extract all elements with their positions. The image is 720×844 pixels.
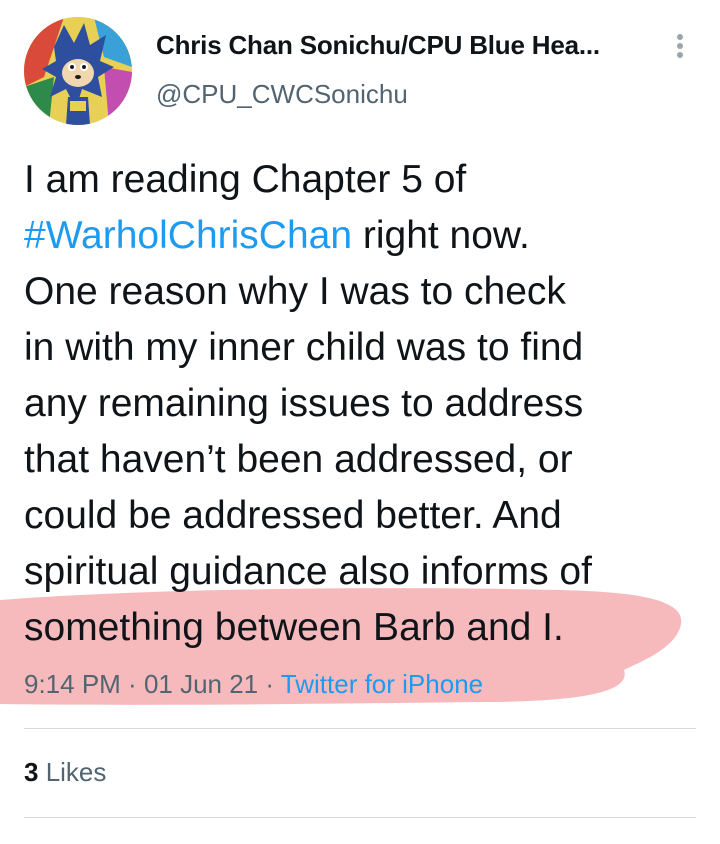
tweet-text: I am reading Chapter 5 of #WarholChrisCh… [24,152,714,656]
author-handle[interactable]: @CPU_CWCSonichu [156,79,408,110]
tweet-line: something between Barb and I. [24,606,564,649]
tweet-line-text: right now. [352,214,530,257]
tweet-card: Chris Chan Sonichu/CPU Blue Hea... @CPU_… [0,0,720,844]
avatar[interactable] [24,17,132,125]
tweet-line: could be addressed better. And [24,494,562,537]
profile-avatar-icon [24,17,132,125]
meta-separator: · [258,669,281,699]
meta-separator: · [120,669,144,699]
likes-label: Likes [38,757,107,787]
tweet-line: #WarholChrisChan right now. [24,208,714,264]
tweet-time[interactable]: 9:14 PM [24,669,121,699]
more-vertical-icon[interactable] [670,34,690,64]
tweet-line: in with my inner child was to find [24,326,584,369]
divider [24,817,696,818]
tweet-meta: 9:14 PM · 01 Jun 21 · Twitter for iPhone [24,669,483,700]
likes-stat[interactable]: 3 Likes [24,757,106,788]
hashtag-link[interactable]: #WarholChrisChan [24,214,352,257]
divider [24,728,696,729]
tweet-line: One reason why I was to check [24,270,566,313]
tweet-date[interactable]: 01 Jun 21 [144,669,258,699]
likes-count: 3 [24,757,39,787]
tweet-source-link[interactable]: Twitter for iPhone [281,669,483,699]
tweet-line: that haven’t been addressed, or [24,438,573,481]
tweet-line: any remaining issues to address [24,382,584,425]
tweet-line: I am reading Chapter 5 of [24,158,467,201]
tweet-line: spiritual guidance also informs of [24,550,592,593]
author-display-name[interactable]: Chris Chan Sonichu/CPU Blue Hea... [156,30,600,61]
